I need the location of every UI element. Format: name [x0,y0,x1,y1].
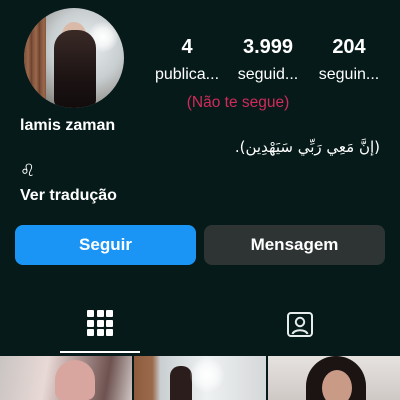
leo-sign-icon: ♌ [20,161,36,181]
avatar-curtain-detail [24,8,46,108]
stat-followers-label: seguid... [237,66,299,83]
stat-following[interactable]: 204 seguin... [310,36,388,84]
tab-tagged[interactable] [260,300,340,350]
profile-avatar[interactable] [24,8,124,108]
stat-posts[interactable]: 4 publica... [148,36,226,84]
stat-posts-value: 4 [181,36,193,58]
tagged-person-icon [287,312,313,337]
post-thumbnail[interactable] [0,356,132,400]
post-thumbnail[interactable] [268,356,400,400]
tab-posts-grid[interactable] [60,300,140,353]
stat-posts-label: publica... [154,66,220,83]
see-translation-link[interactable]: Ver tradução [20,186,380,206]
stat-following-value: 204 [332,36,366,58]
avatar-figure-detail [54,30,96,108]
thumbnail-subject [170,366,192,400]
thumbnail-subject [55,360,95,400]
stat-followers-value: 3.999 [242,36,294,58]
stat-followers[interactable]: 3.999 seguid... [229,36,307,84]
message-button[interactable]: Mensagem [204,225,385,265]
profile-name: lamis zaman [20,117,116,134]
bio-text: (إنَّ مَعِي رَبِّي سَيَهْدِين). [234,138,380,156]
not-following-notice: (Não te segue) [186,94,290,111]
stat-following-label: seguin... [318,66,380,83]
thumbnail-face [322,370,352,400]
follow-button[interactable]: Seguir [15,225,196,265]
profile-bio: lamis zaman (إنَّ مَعِي رَبِّي سَيَهْدِي… [20,116,380,206]
post-thumbnail[interactable] [134,356,266,400]
profile-stats: 4 publica... 3.999 seguid... 204 seguin.… [148,36,388,84]
grid-icon [87,310,113,336]
thumbnail-flash [190,358,224,392]
